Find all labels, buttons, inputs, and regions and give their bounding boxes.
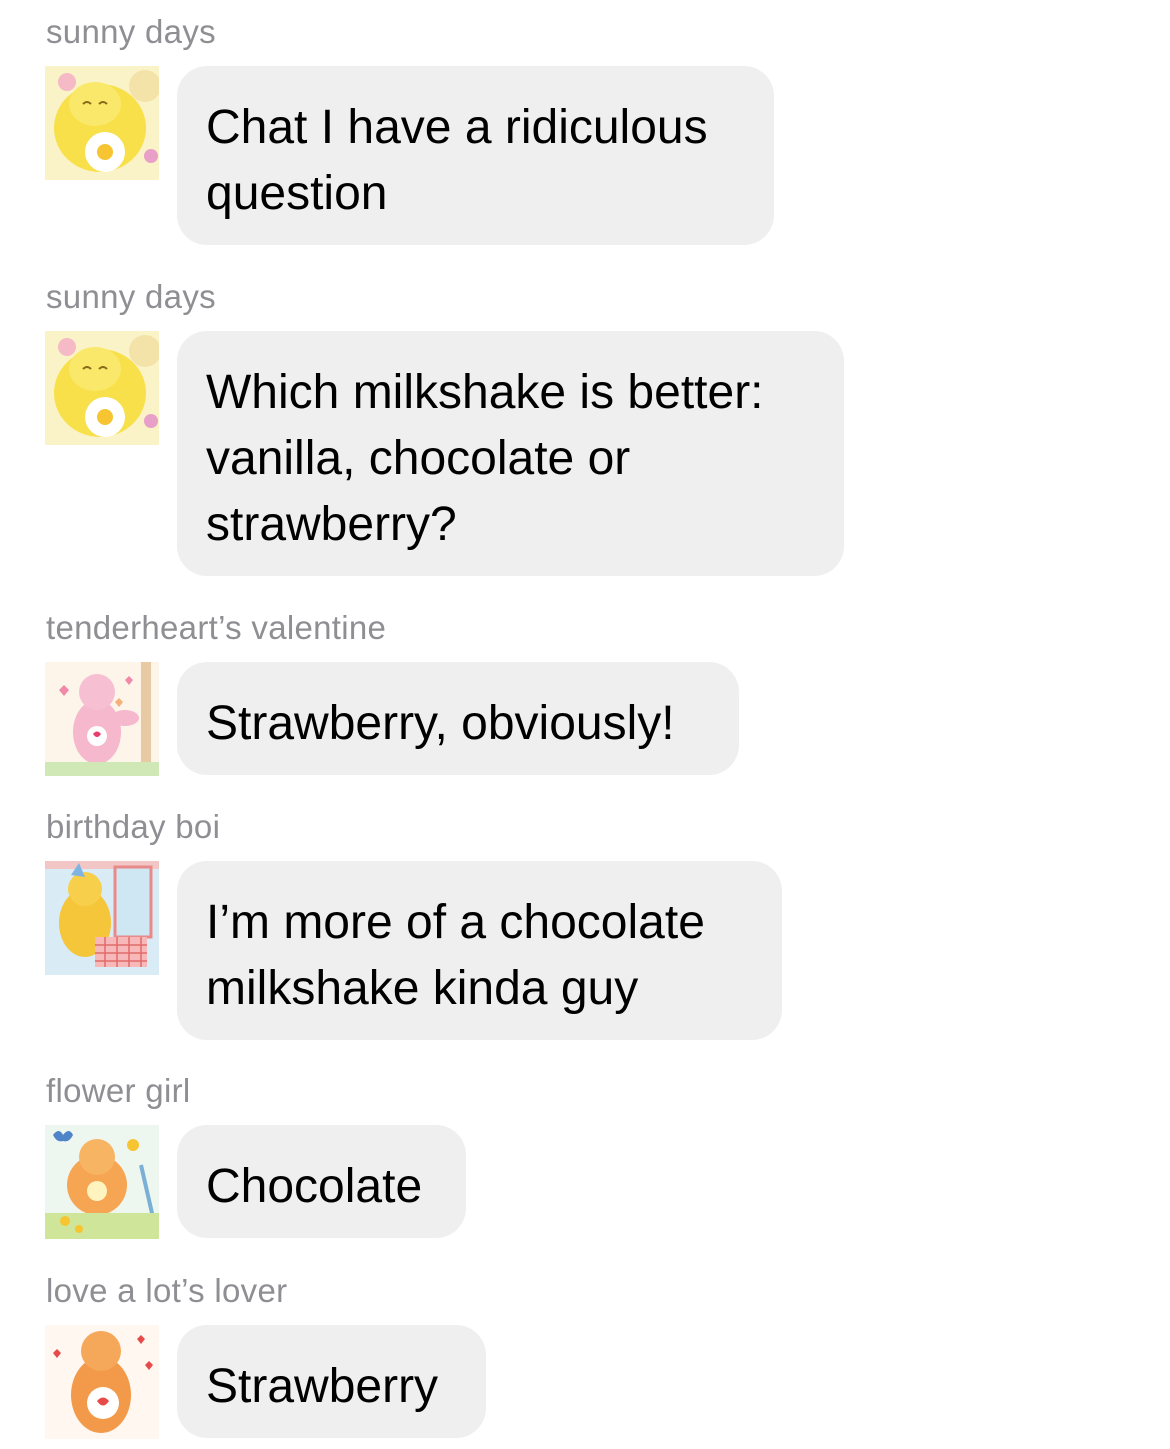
message-text: Chat I have a ridiculous question [206,101,708,220]
friend-bear-avatar-icon[interactable] [45,1125,159,1239]
sender-name[interactable]: sunny days [46,277,216,317]
message-bubble[interactable]: Chocolate [177,1125,466,1238]
chat-thread[interactable]: sunny days Chat I have a ridiculous ques… [0,0,1170,1449]
message-text: Which milkshake is better: vanilla, choc… [206,366,764,551]
message-text: Strawberry, obviously! [206,697,675,750]
sender-name[interactable]: sunny days [46,12,216,52]
birthday-bear-avatar-icon[interactable] [45,861,159,975]
orange-bear-avatar-icon[interactable] [45,1325,159,1439]
message-bubble[interactable]: Strawberry, obviously! [177,662,739,775]
message-text: Chocolate [206,1160,423,1213]
message-bubble[interactable]: Which milkshake is better: vanilla, choc… [177,331,844,576]
funshine-bear-avatar-icon[interactable] [45,66,159,180]
pink-bear-avatar-icon[interactable] [45,662,159,776]
sender-name[interactable]: flower girl [46,1071,191,1111]
sender-name[interactable]: tenderheart’s valentine [46,608,386,648]
message-bubble[interactable]: Strawberry [177,1325,486,1438]
sender-name[interactable]: love a lot’s lover [46,1271,287,1311]
message-text: I’m more of a chocolate milkshake kinda … [206,896,705,1015]
message-text: Strawberry [206,1360,439,1413]
sender-name[interactable]: birthday boi [46,807,220,847]
message-bubble[interactable]: Chat I have a ridiculous question [177,66,774,245]
message-bubble[interactable]: I’m more of a chocolate milkshake kinda … [177,861,782,1040]
funshine-bear-avatar-icon[interactable] [45,331,159,445]
